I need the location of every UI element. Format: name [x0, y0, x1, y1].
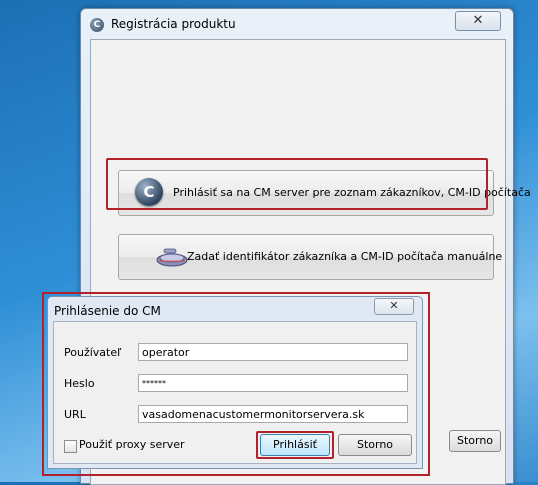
manual-entry-button[interactable]: Zadať identifikátor zákazníka a CM-ID po… — [118, 234, 502, 280]
dialog-client-area: Používateľ operator Heslo ****** URL vas… — [53, 321, 417, 464]
password-label: Heslo — [64, 377, 95, 390]
user-label: Používateľ — [64, 346, 122, 359]
proxy-checkbox[interactable] — [64, 440, 77, 453]
manual-entry-label: Zadať identifikátor zákazníka a CM-ID po… — [187, 250, 503, 263]
login-dialog: Prihlásenie do CM ✕ Používateľ operator … — [47, 296, 423, 469]
password-field[interactable]: ****** — [138, 374, 408, 392]
proxy-checkbox-label[interactable]: Použiť proxy server — [79, 438, 185, 451]
dialog-title: Prihlásenie do CM — [54, 304, 161, 318]
dialog-close-button[interactable]: ✕ — [374, 298, 414, 315]
title-bar[interactable]: C Registrácia produktu ✕ — [81, 9, 513, 39]
dialog-storno-button[interactable]: Storno — [338, 434, 412, 456]
url-label: URL — [64, 408, 86, 421]
login-highlight-frame — [256, 431, 334, 459]
close-button[interactable]: ✕ — [455, 11, 501, 31]
window-title: Registrácia produktu — [111, 17, 236, 31]
app-icon: C — [90, 18, 104, 32]
highlight-frame — [106, 158, 488, 210]
main-storno-button[interactable]: Storno — [449, 430, 501, 452]
url-field[interactable]: vasadomenacustomermonitorservera.sk — [138, 405, 408, 423]
user-field[interactable]: operator — [138, 343, 408, 361]
key-icon — [156, 248, 188, 267]
